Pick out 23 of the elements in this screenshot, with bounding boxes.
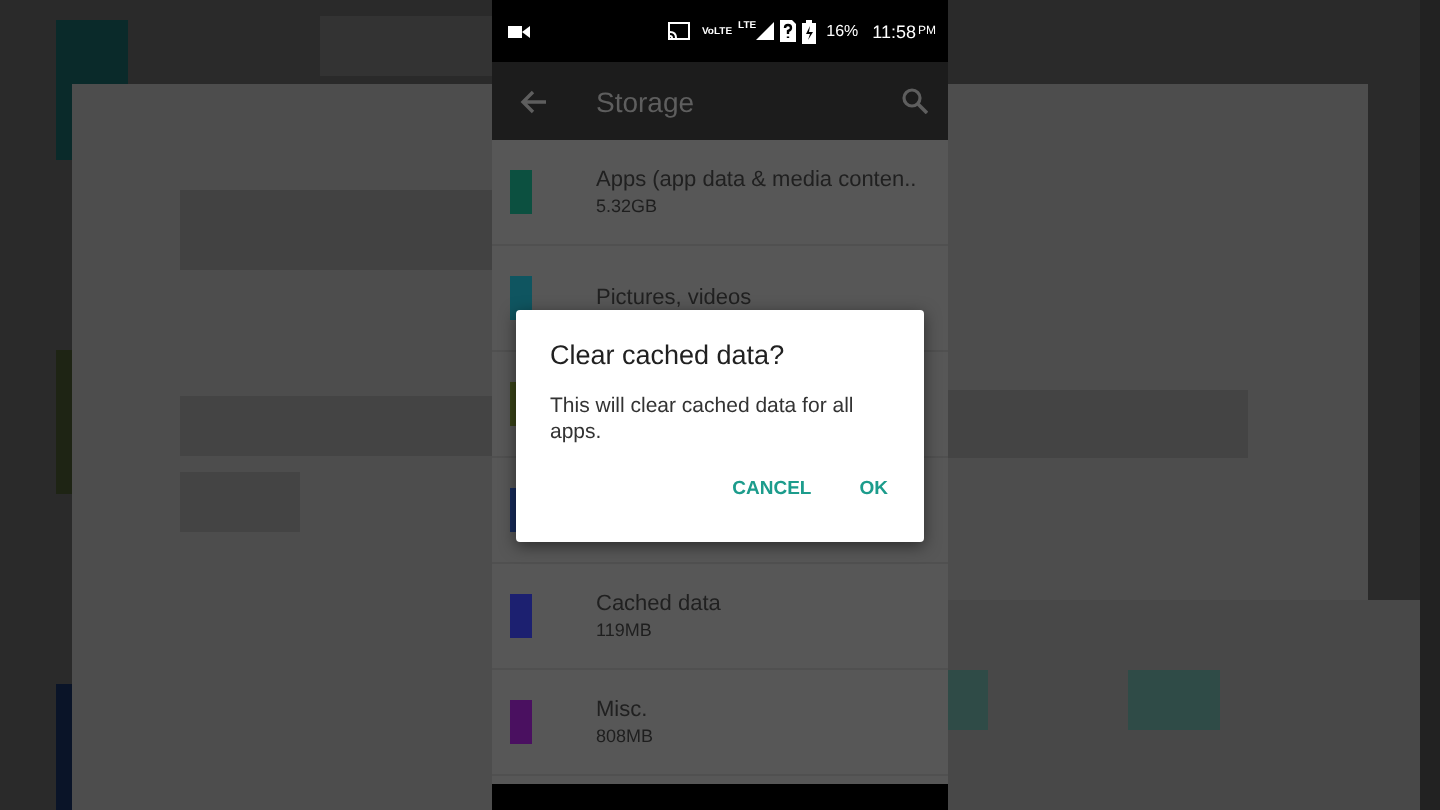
category-size: 119MB [596, 620, 654, 640]
storage-row[interactable]: Apps (app data & media conten.. 5.32GB [492, 140, 948, 246]
video-camera-icon [508, 23, 530, 39]
search-icon[interactable] [902, 88, 928, 114]
dialog-message: This will clear cached data for all apps. [550, 394, 856, 446]
clock-time: 11:58 [872, 21, 916, 41]
cast-icon [667, 22, 690, 40]
storage-row[interactable]: Cached data 119MB [492, 564, 948, 670]
back-arrow-icon[interactable] [520, 89, 546, 113]
signal-icon [756, 22, 775, 40]
dialog-button[interactable]: OK [843, 466, 904, 512]
sim-icon [780, 20, 797, 42]
category-name: Cached data [596, 592, 721, 616]
battery-percent: 16% [826, 22, 859, 40]
category-size: 808MB [596, 726, 654, 746]
category-name: Misc. [596, 698, 650, 722]
screen-title: Storage [596, 85, 697, 117]
category-size: 5.32GB [596, 196, 660, 216]
category-name: Pictures, videos [596, 286, 752, 310]
battery-icon [802, 19, 817, 43]
dialog-button[interactable]: CANCEL [716, 466, 828, 512]
storage-row[interactable]: Misc. 808MB [492, 670, 948, 776]
category-name: Apps (app data & media conten.. [596, 168, 917, 192]
